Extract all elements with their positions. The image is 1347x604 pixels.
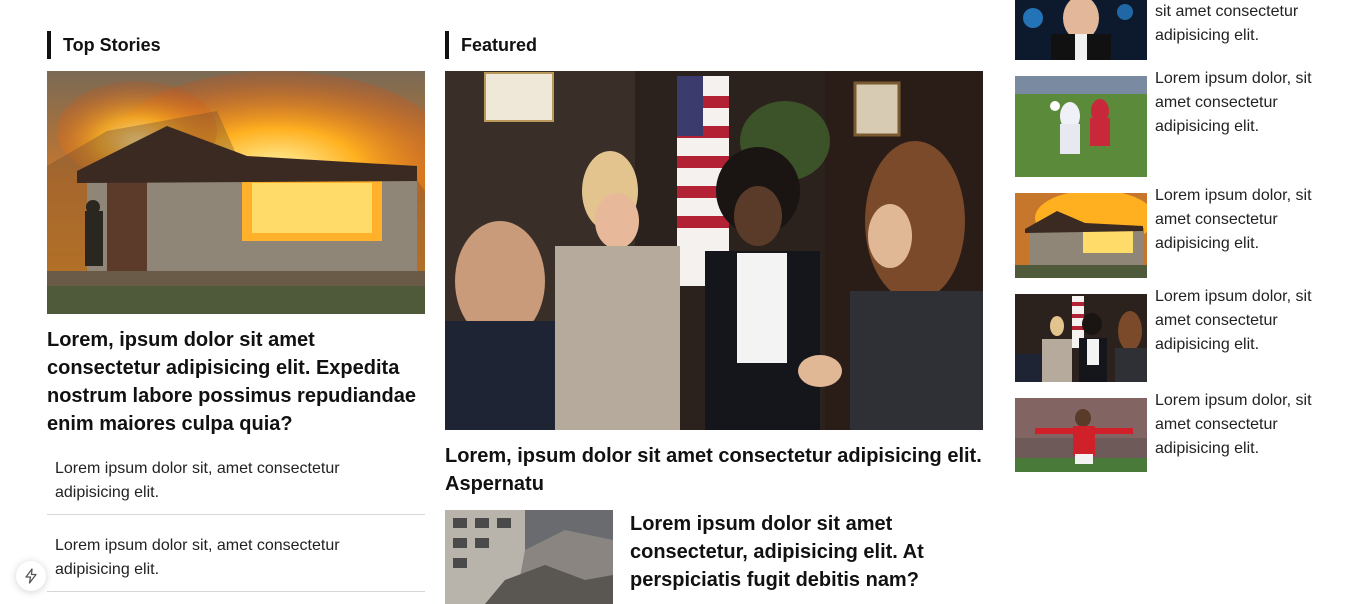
- heading-accent-bar: [47, 31, 51, 59]
- featured-lead-image[interactable]: [445, 71, 983, 430]
- floating-action-button[interactable]: [16, 561, 46, 591]
- lightning-icon: [25, 568, 37, 584]
- top-stories-title: Top Stories: [63, 34, 161, 55]
- divider: [47, 514, 425, 515]
- featured-secondary-headline[interactable]: Lorem ipsum dolor sit amet consectetur, …: [630, 510, 960, 594]
- featured-title: Featured: [461, 34, 538, 55]
- sidebar-item-text[interactable]: Lorem ipsum dolor, sit amet consectetur …: [1155, 389, 1325, 461]
- heading-accent-bar: [445, 31, 449, 59]
- top-stories-item[interactable]: Lorem ipsum dolor sit, amet consectetur …: [55, 534, 395, 582]
- sidebar-thumb-tech-portrait[interactable]: [1015, 0, 1147, 60]
- divider: [47, 591, 425, 592]
- featured-lead-headline[interactable]: Lorem, ipsum dolor sit amet consectetur …: [445, 442, 990, 498]
- featured-secondary-image[interactable]: [445, 510, 613, 604]
- sidebar-item-text[interactable]: sit amet consectetur adipisicing elit.: [1155, 0, 1325, 48]
- sidebar-thumb-soccer-match[interactable]: [1015, 76, 1147, 177]
- sidebar-item-text[interactable]: Lorem ipsum dolor, sit amet consectetur …: [1155, 285, 1325, 357]
- sidebar-item-text[interactable]: Lorem ipsum dolor, sit amet consectetur …: [1155, 67, 1325, 139]
- top-stories-heading: Top Stories: [47, 31, 161, 59]
- sidebar-thumb-house-fire[interactable]: [1015, 193, 1147, 278]
- top-stories-lead-headline[interactable]: Lorem, ipsum dolor sit amet consectetur …: [47, 326, 425, 438]
- top-stories-lead-image[interactable]: [47, 71, 425, 314]
- featured-heading: Featured: [445, 31, 537, 59]
- sidebar-thumb-soccer-celebration[interactable]: [1015, 398, 1147, 472]
- sidebar-thumb-meeting[interactable]: [1015, 294, 1147, 382]
- sidebar-item-text[interactable]: Lorem ipsum dolor, sit amet consectetur …: [1155, 184, 1325, 256]
- top-stories-item[interactable]: Lorem ipsum dolor sit, amet consectetur …: [55, 457, 395, 505]
